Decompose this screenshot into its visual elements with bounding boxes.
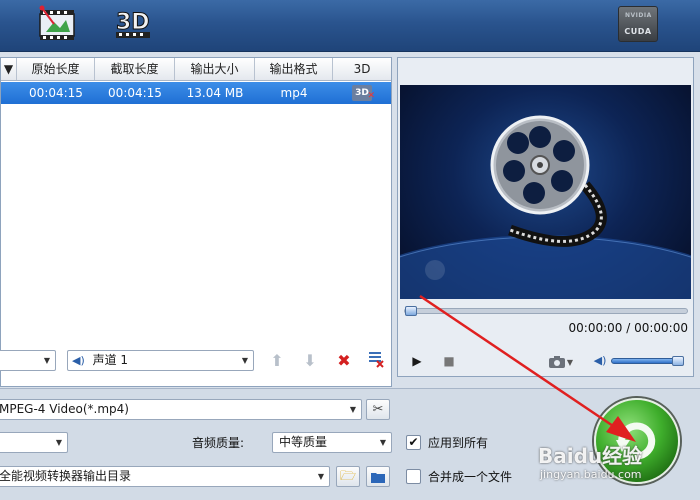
output-directory-value: 全能视频转换器输出目录 [0,469,132,483]
apply-all-label: 应用到所有 [428,436,489,450]
cell-clip-length: 00:04:15 [108,86,162,100]
move-up-button[interactable]: ⬆ [266,350,288,372]
chevron-down-icon: ▼ [241,356,249,365]
stop-button[interactable]: ■ [442,352,456,370]
cuda-badge: NVIDIA CUDA [618,6,658,42]
main-toolbar: 3D NVIDIA CUDA [0,0,700,52]
cuda-label: CUDA [624,27,652,36]
3d-settings-icon[interactable]: 3D ✕ [352,85,375,101]
cell-output-format: mp4 [280,86,308,100]
speaker-icon: ◀) [72,354,85,367]
column-header-output-format[interactable]: 输出格式 [255,58,333,80]
chevron-down-icon: ▼ [43,356,51,365]
chevron-down-icon: ▼ [317,472,325,481]
edit-video-button[interactable] [36,4,80,44]
browse-folder-button[interactable]: 🗁 [336,466,360,487]
cell-output-size: 13.04 MB [186,86,244,100]
clear-list-icon [369,352,384,368]
chevron-down-icon: ▼ [349,405,357,414]
cell-original-length: 00:04:15 [29,86,83,100]
audio-quality-label: 音频质量: [192,436,245,450]
audio-quality-value: 中等质量 [279,435,328,449]
subtitle-select[interactable]: ▼ [0,350,56,371]
output-format-value: MPEG-4 Video(*.mp4) [0,402,129,416]
folder-open-icon: 🗁 [339,469,357,484]
seek-handle[interactable] [405,306,417,316]
3d-icon: 3D [116,10,150,38]
camera-icon [548,355,565,368]
column-header-clip-length[interactable]: 截取长度 [95,58,175,80]
apply-all-checkbox[interactable]: ✔ [406,435,421,450]
film-reel-logo [400,115,691,299]
timecode: 00:00:00 / 00:00:00 [568,321,688,335]
3d-button[interactable]: 3D [112,4,156,44]
clear-list-button[interactable] [365,350,387,372]
chevron-down-icon: ▼ [566,358,574,367]
audio-track-select[interactable]: ◀) 声道 1 ▼ [67,350,254,371]
volume-icon[interactable]: ◀) [592,352,608,370]
audio-track-value: 声道 1 [92,353,129,367]
file-list-table: ▼ 原始长度 截取长度 输出大小 输出格式 3D 00:04:15 00:04:… [0,57,392,387]
open-folder-button[interactable] [366,466,390,487]
chevron-down-icon: ▼ [55,438,63,447]
3d-label: 3D [116,10,150,35]
volume-handle[interactable] [672,356,684,366]
snapshot-button[interactable]: ▼ [546,352,576,370]
move-down-button[interactable]: ⬇ [299,350,321,372]
column-header-output-size[interactable]: 输出大小 [175,58,255,80]
folder-icon [371,472,385,483]
nvidia-label: NVIDIA [625,12,652,19]
edit-video-icon [39,5,75,40]
preview-panel: 00:00:00 / 00:00:00 ▶ ■ ▼ ◀) [397,57,694,377]
column-header-collapse[interactable]: ▼ [1,58,17,80]
column-header-original-length[interactable]: 原始长度 [17,58,95,80]
chevron-down-icon: ▼ [379,438,387,447]
play-button[interactable]: ▶ [410,352,424,370]
table-header: ▼ 原始长度 截取长度 输出大小 输出格式 3D [1,58,391,81]
tools-icon: ✂ [372,402,384,417]
disabled-mark-icon: ✕ [367,91,375,101]
delete-button[interactable]: ✖ [333,350,355,372]
format-settings-button[interactable]: ✂ [366,399,390,420]
column-header-3d[interactable]: 3D [333,58,391,80]
audio-quality-select[interactable]: 中等质量 ▼ [272,432,392,453]
convert-arrow-icon [616,422,656,460]
video-quality-select[interactable]: ▼ [0,432,68,453]
convert-button[interactable] [594,398,680,484]
seek-bar[interactable] [404,306,688,316]
volume-slider[interactable] [611,356,684,366]
merge-files-checkbox[interactable] [406,469,421,484]
video-preview [400,85,691,299]
table-row[interactable]: 00:04:15 00:04:15 13.04 MB mp4 3D ✕ [1,82,391,104]
track-control-bar: ▼ ◀) 声道 1 ▼ ⬆ ⬇ ✖ [0,346,392,376]
output-format-select[interactable]: MPEG-4 Video(*.mp4) ▼ [0,399,362,420]
output-directory-select[interactable]: 全能视频转换器输出目录 ▼ [0,466,330,487]
merge-files-label: 合并成一个文件 [428,470,513,484]
